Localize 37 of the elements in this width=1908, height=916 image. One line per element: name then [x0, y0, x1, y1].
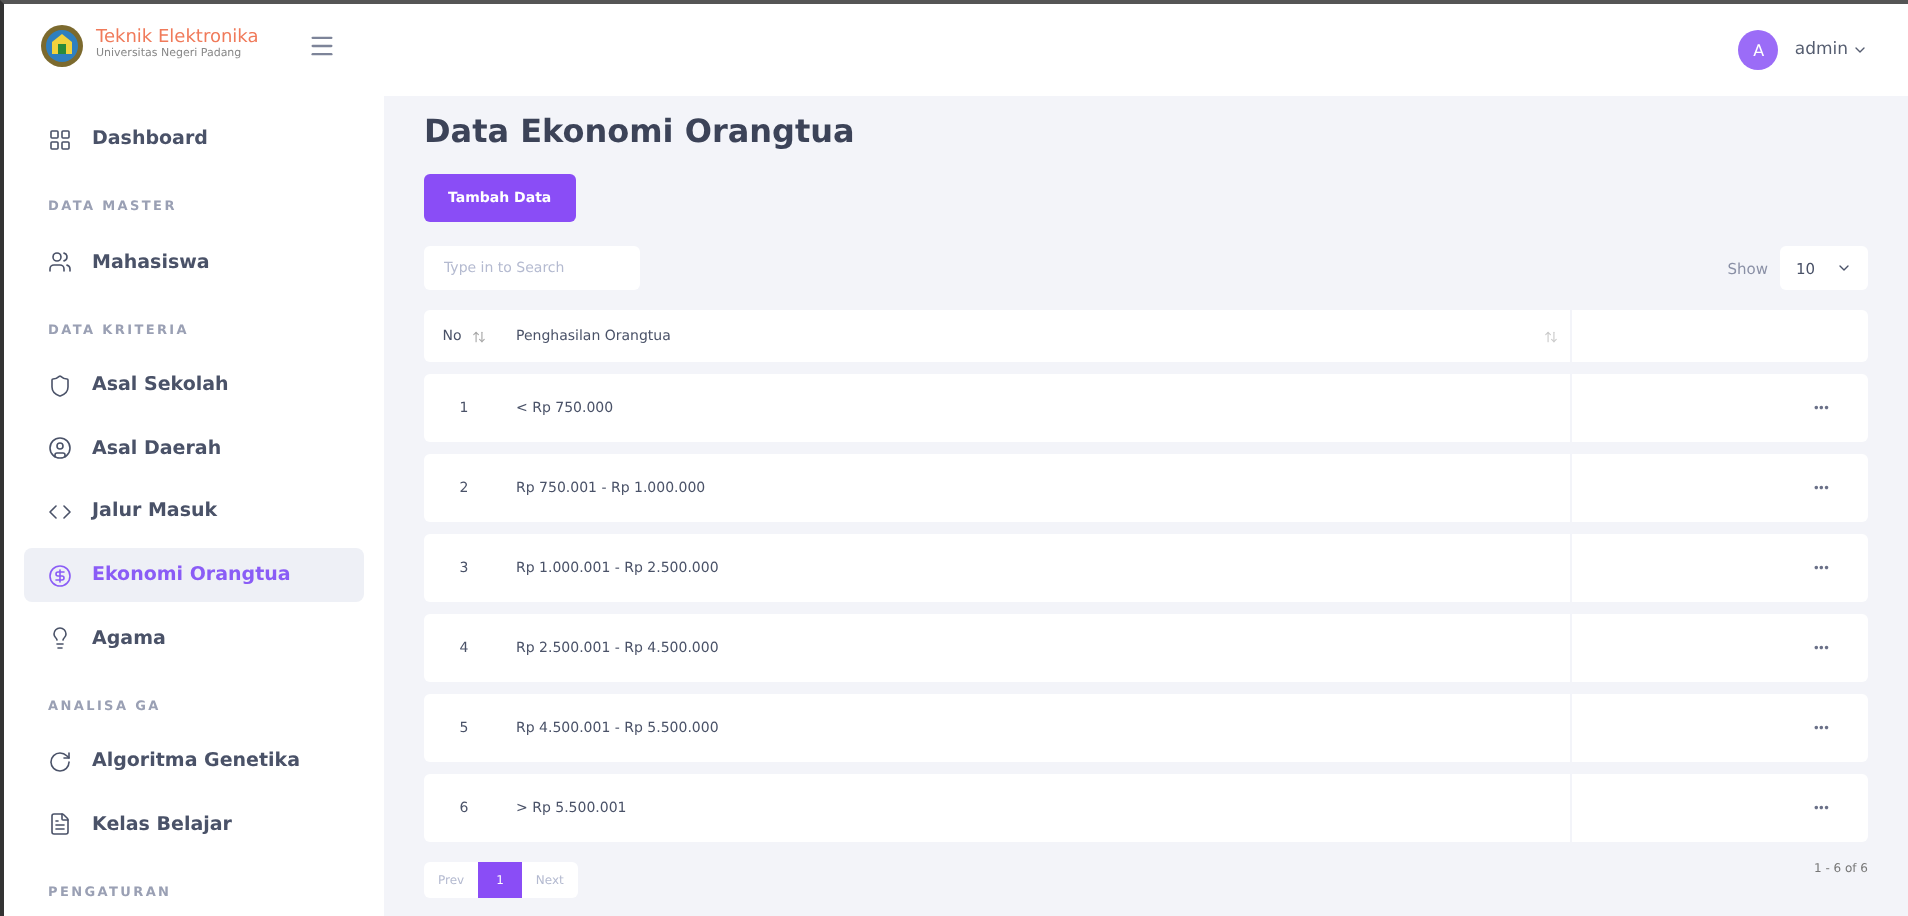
sidebar-item-label: Asal Sekolah	[92, 374, 229, 397]
sidebar-item-label: Algoritma Genetika	[92, 750, 301, 773]
dollar-icon	[48, 563, 72, 588]
sidebar-item[interactable]: Jalur Masuk	[24, 484, 364, 540]
page-title: Data Ekonomi Orangtua	[424, 112, 857, 150]
sidebar-item-label: Agama	[92, 627, 166, 650]
sidebar-item[interactable]: Dashboard	[24, 111, 364, 167]
code-icon	[48, 499, 72, 524]
lightbulb-icon	[48, 626, 72, 651]
sidebar-item-label: Kelas Belajar	[92, 813, 232, 836]
grid-icon	[48, 127, 72, 152]
user-avatar[interactable]: A	[1738, 30, 1779, 70]
user-menu[interactable]: admin	[1794, 40, 1868, 60]
users-icon	[48, 250, 72, 275]
university-logo-icon	[40, 23, 84, 68]
sidebar-item[interactable]: Ekonomi Orangtua	[24, 547, 364, 603]
sidebar-item-label: Ekonomi Orangtua	[92, 564, 291, 587]
refresh-icon	[48, 749, 72, 774]
sidebar-item-label: Dashboard	[92, 128, 208, 151]
sidebar-item-label: Asal Daerah	[92, 437, 222, 460]
menu-icon[interactable]	[308, 31, 336, 60]
sidebar-item[interactable]: Mahasiswa	[24, 234, 364, 290]
sidebar-item-label: Mahasiswa	[92, 251, 210, 274]
sidebar-item[interactable]: Asal Sekolah	[24, 358, 364, 414]
sidebar-item[interactable]: Asal Daerah	[24, 421, 364, 477]
chevron-down-icon	[1852, 42, 1868, 58]
brand-title: Teknik Elektronika	[96, 28, 261, 49]
sidebar-item[interactable]: Algoritma Genetika	[24, 733, 364, 789]
user-icon	[48, 436, 72, 461]
sort-icon[interactable]	[1544, 329, 1558, 343]
sort-icon[interactable]	[471, 329, 486, 343]
sidebar-item[interactable]: Agama	[24, 610, 364, 666]
shield-icon	[48, 373, 72, 398]
sidebar-item-label: Jalur Masuk	[92, 500, 218, 523]
document-icon	[48, 812, 72, 837]
sidebar-item[interactable]: Kelas Belajar	[24, 796, 364, 853]
chevron-down-icon	[1836, 260, 1852, 276]
